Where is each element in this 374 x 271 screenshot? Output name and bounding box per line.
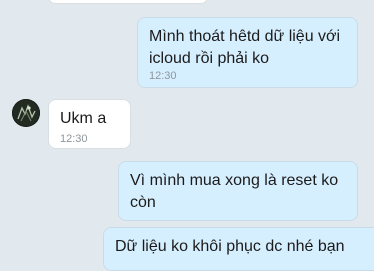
message-bubble-outgoing[interactable]: Dữ liệu ko khôi phục dc nhé bạn [103, 227, 374, 271]
message-timestamp: 12:30 [60, 133, 88, 145]
message-text: Mình thoát hêtd dữ liệu với icloud rồi p… [149, 28, 341, 67]
chat-conversation: Mình thoát hêtd dữ liệu với icloud rồi p… [0, 0, 374, 271]
contact-avatar[interactable] [12, 99, 40, 127]
message-timestamp: 12:30 [149, 70, 177, 82]
message-text: Dữ liệu ko khôi phục dc nhé bạn [115, 238, 345, 255]
message-bubble-incoming-partial[interactable] [48, 0, 208, 4]
message-bubble-incoming[interactable]: Ukm a 12:30 [48, 99, 131, 149]
message-bubble-outgoing[interactable]: Vì mình mua xong là reset ko còn [118, 161, 358, 221]
avatar-photo-icon [12, 99, 40, 127]
message-bubble-outgoing[interactable]: Mình thoát hêtd dữ liệu với icloud rồi p… [137, 17, 358, 88]
message-text: Ukm a [60, 110, 107, 127]
message-text: Vì mình mua xong là reset ko còn [130, 172, 339, 211]
